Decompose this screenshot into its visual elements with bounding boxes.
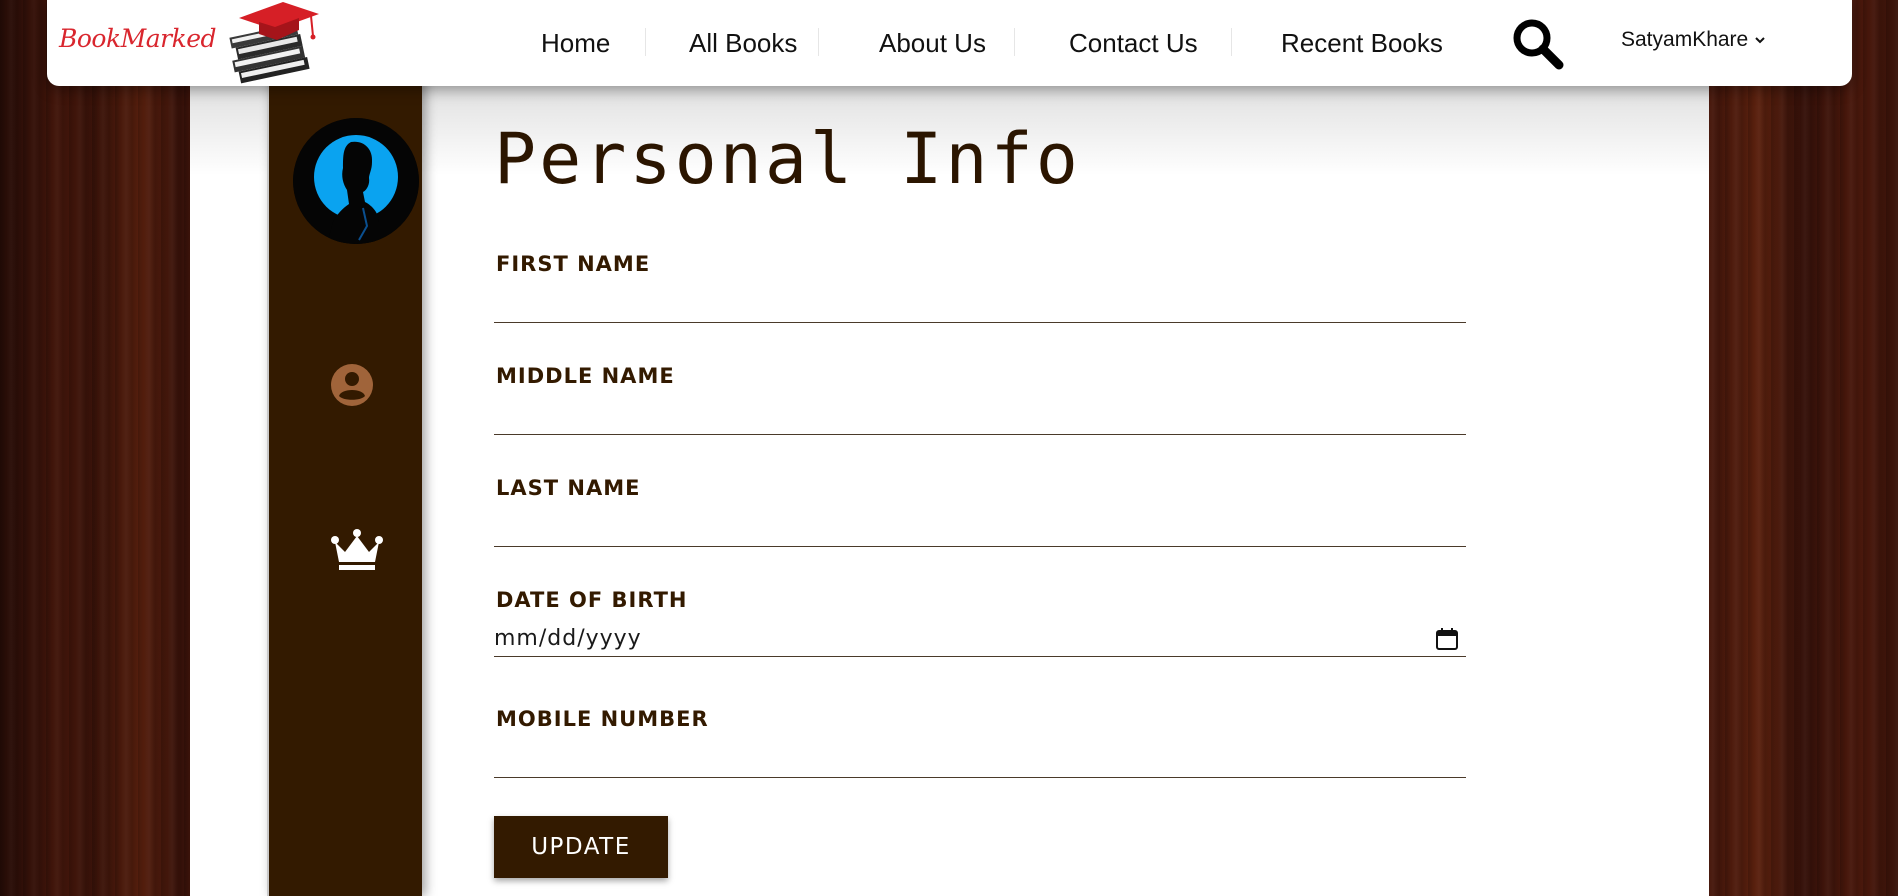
last-name-label: LAST NAME <box>496 476 641 500</box>
nav-divider <box>1014 28 1015 56</box>
nav-link-contact-us[interactable]: Contact Us <box>1069 28 1198 59</box>
nav-link-home[interactable]: Home <box>541 28 610 59</box>
date-of-birth-label: DATE OF BIRTH <box>496 588 688 612</box>
mobile-number-input[interactable] <box>494 738 1466 778</box>
personal-info-form: Personal Info FIRST NAME MIDDLE NAME LAS… <box>494 0 1469 896</box>
mobile-number-label: MOBILE NUMBER <box>496 707 709 731</box>
books-graduation-cap-icon <box>229 2 319 84</box>
page-title: Personal Info <box>494 118 1081 200</box>
middle-name-input[interactable] <box>494 395 1466 435</box>
chevron-down-icon <box>1755 37 1765 44</box>
nav-link-about-us[interactable]: About Us <box>879 28 986 59</box>
nav-divider <box>645 28 646 56</box>
middle-name-label: MIDDLE NAME <box>496 364 675 388</box>
calendar-icon[interactable] <box>1434 626 1460 652</box>
last-name-input[interactable] <box>494 507 1466 547</box>
first-name-input[interactable] <box>494 283 1466 323</box>
first-name-label: FIRST NAME <box>496 252 651 276</box>
brand-logo[interactable]: BookMarked <box>59 0 319 86</box>
nav-link-all-books[interactable]: All Books <box>689 28 797 59</box>
profile-icon[interactable] <box>331 364 373 406</box>
update-button[interactable]: UPDATE <box>494 816 668 878</box>
nav-link-recent-books[interactable]: Recent Books <box>1281 28 1443 59</box>
date-of-birth-placeholder: mm/dd/yyyy <box>494 626 642 651</box>
crown-icon[interactable] <box>329 526 385 572</box>
top-navbar: BookMarked Home All Books About Us Conta… <box>47 0 1852 86</box>
nav-divider <box>1231 28 1232 56</box>
user-menu[interactable]: SatyamKhare <box>1621 28 1766 52</box>
user-silhouette-icon <box>293 118 419 244</box>
user-name: SatyamKhare <box>1621 28 1749 51</box>
profile-sidebar <box>267 0 422 896</box>
brand-name: BookMarked <box>59 24 217 53</box>
nav-divider <box>818 28 819 56</box>
avatar <box>293 118 419 244</box>
search-icon[interactable] <box>1509 15 1565 71</box>
